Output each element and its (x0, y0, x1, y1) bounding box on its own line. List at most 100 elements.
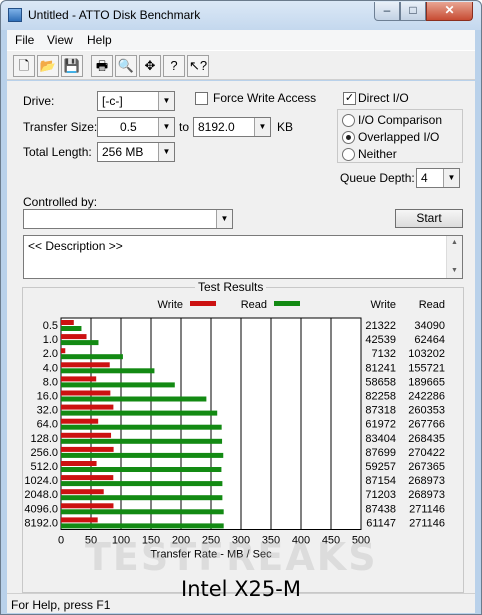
write-value: 42539 (365, 334, 396, 346)
move-button[interactable]: ✥ (139, 55, 161, 77)
write-value: 87699 (365, 447, 396, 459)
open-button[interactable]: 📂 (37, 55, 59, 77)
print-button[interactable]: 🖶 (91, 55, 113, 77)
controlled-by-label: Controlled by: (23, 195, 98, 209)
read-value: 270422 (408, 447, 445, 459)
new-icon: 🗋 (18, 58, 30, 73)
description-field[interactable]: << Description >> ▲ ▼ (23, 235, 463, 279)
read-bar (61, 509, 224, 515)
overlapped-io-radio[interactable] (342, 131, 355, 144)
read-bar (61, 481, 223, 487)
menu-help[interactable]: Help (87, 33, 112, 47)
y-tick-label: 128.0 (30, 433, 58, 445)
write-bar (61, 376, 97, 382)
queue-depth-select[interactable]: 4 ▼ (416, 168, 460, 188)
move-icon: ✥ (144, 58, 156, 73)
description-text: << Description >> (28, 239, 123, 253)
read-value: 268973 (408, 475, 445, 487)
transfer-unit-label: KB (277, 120, 294, 134)
y-tick-label: 8.0 (43, 376, 58, 388)
read-bar (61, 452, 224, 458)
maximize-button[interactable]: □ (400, 2, 426, 21)
drive-select[interactable]: [-c-] ▼ (97, 91, 175, 111)
chevron-down-icon[interactable]: ▼ (254, 118, 270, 136)
scroll-down-icon[interactable]: ▼ (447, 264, 462, 278)
write-bar (61, 475, 114, 481)
menu-bar: File View Help (7, 30, 475, 50)
write-bar (61, 320, 74, 325)
menu-view[interactable]: View (47, 33, 73, 47)
force-write-label: Force Write Access (213, 91, 317, 105)
watermark-logo: TESTFREAKS (85, 535, 378, 579)
read-bar (61, 340, 99, 346)
chevron-down-icon[interactable]: ▼ (158, 92, 174, 110)
read-bar (61, 326, 82, 331)
read-value: 271146 (409, 503, 445, 515)
chevron-down-icon[interactable]: ▼ (158, 143, 174, 161)
write-value: 81241 (365, 362, 396, 374)
neither-label: Neither (358, 147, 397, 161)
write-bar (61, 489, 104, 495)
checkmark-icon: ✓ (344, 92, 355, 104)
y-tick-label: 4.0 (43, 362, 58, 374)
overlapped-io-label: Overlapped I/O (358, 130, 440, 144)
menu-file[interactable]: File (15, 33, 34, 47)
write-value: 59257 (365, 461, 396, 473)
write-bar (61, 461, 97, 466)
radio-selected-dot (346, 135, 351, 140)
read-bar (61, 467, 222, 472)
context-help-icon: ↖? (188, 58, 208, 73)
read-bar (61, 396, 207, 402)
chevron-down-icon[interactable]: ▼ (158, 118, 174, 136)
print-preview-button[interactable]: 🔍 (115, 55, 137, 77)
chevron-down-icon[interactable]: ▼ (443, 169, 459, 187)
new-button[interactable]: 🗋 (13, 55, 35, 77)
save-button[interactable]: 💾 (61, 55, 83, 77)
write-bar (61, 404, 114, 410)
write-value: 7132 (372, 348, 396, 360)
y-tick-label: 16.0 (37, 391, 58, 403)
direct-io-checkbox[interactable]: ✓ (343, 92, 356, 105)
transfer-from-select[interactable]: 0.5 ▼ (97, 117, 175, 137)
window-title: Untitled - ATTO Disk Benchmark (28, 8, 201, 22)
total-length-select[interactable]: 256 MB ▼ (97, 142, 175, 162)
description-scrollbar[interactable]: ▲ ▼ (446, 236, 462, 278)
y-tick-label: 32.0 (37, 405, 58, 417)
direct-io-label: Direct I/O (358, 91, 409, 105)
transfer-to-select[interactable]: 8192.0 ▼ (193, 117, 271, 137)
help-button[interactable]: ? (163, 55, 185, 77)
y-tick-label: 2048.0 (24, 489, 58, 501)
minimize-button[interactable]: – (374, 2, 400, 21)
write-bar (61, 432, 112, 438)
title-bar[interactable]: Untitled - ATTO Disk Benchmark – □ ✕ (1, 1, 481, 30)
read-bar (61, 368, 155, 374)
close-button[interactable]: ✕ (426, 2, 473, 21)
write-value: 83404 (365, 433, 396, 445)
transfer-from-value: 0.5 (120, 120, 137, 134)
read-bar (61, 382, 175, 388)
write-bar (61, 517, 98, 523)
y-tick-label: 1024.0 (24, 475, 58, 487)
transfer-to-value: 8192.0 (198, 120, 235, 134)
help-icon: ? (170, 58, 178, 73)
save-icon: 💾 (63, 58, 81, 73)
read-bar (61, 523, 224, 529)
print-icon: 🖶 (95, 58, 109, 73)
neither-radio[interactable] (342, 148, 355, 161)
write-bar (61, 390, 111, 396)
io-comparison-radio[interactable] (342, 114, 355, 127)
read-value: 267766 (408, 419, 445, 431)
force-write-checkbox[interactable] (195, 92, 208, 105)
read-value: 268435 (408, 433, 445, 445)
controlled-by-select[interactable]: ▼ (23, 209, 233, 229)
x-tick-label: 0 (58, 535, 64, 547)
y-tick-label: 0.5 (43, 320, 58, 332)
write-bar (61, 418, 99, 424)
start-button[interactable]: Start (395, 209, 463, 228)
scroll-up-icon[interactable]: ▲ (447, 236, 462, 250)
context-help-button[interactable]: ↖? (187, 55, 209, 77)
total-length-value: 256 MB (102, 145, 144, 159)
write-value: 58658 (365, 376, 396, 388)
write-column-header: Write (371, 299, 396, 311)
chevron-down-icon[interactable]: ▼ (216, 210, 232, 228)
